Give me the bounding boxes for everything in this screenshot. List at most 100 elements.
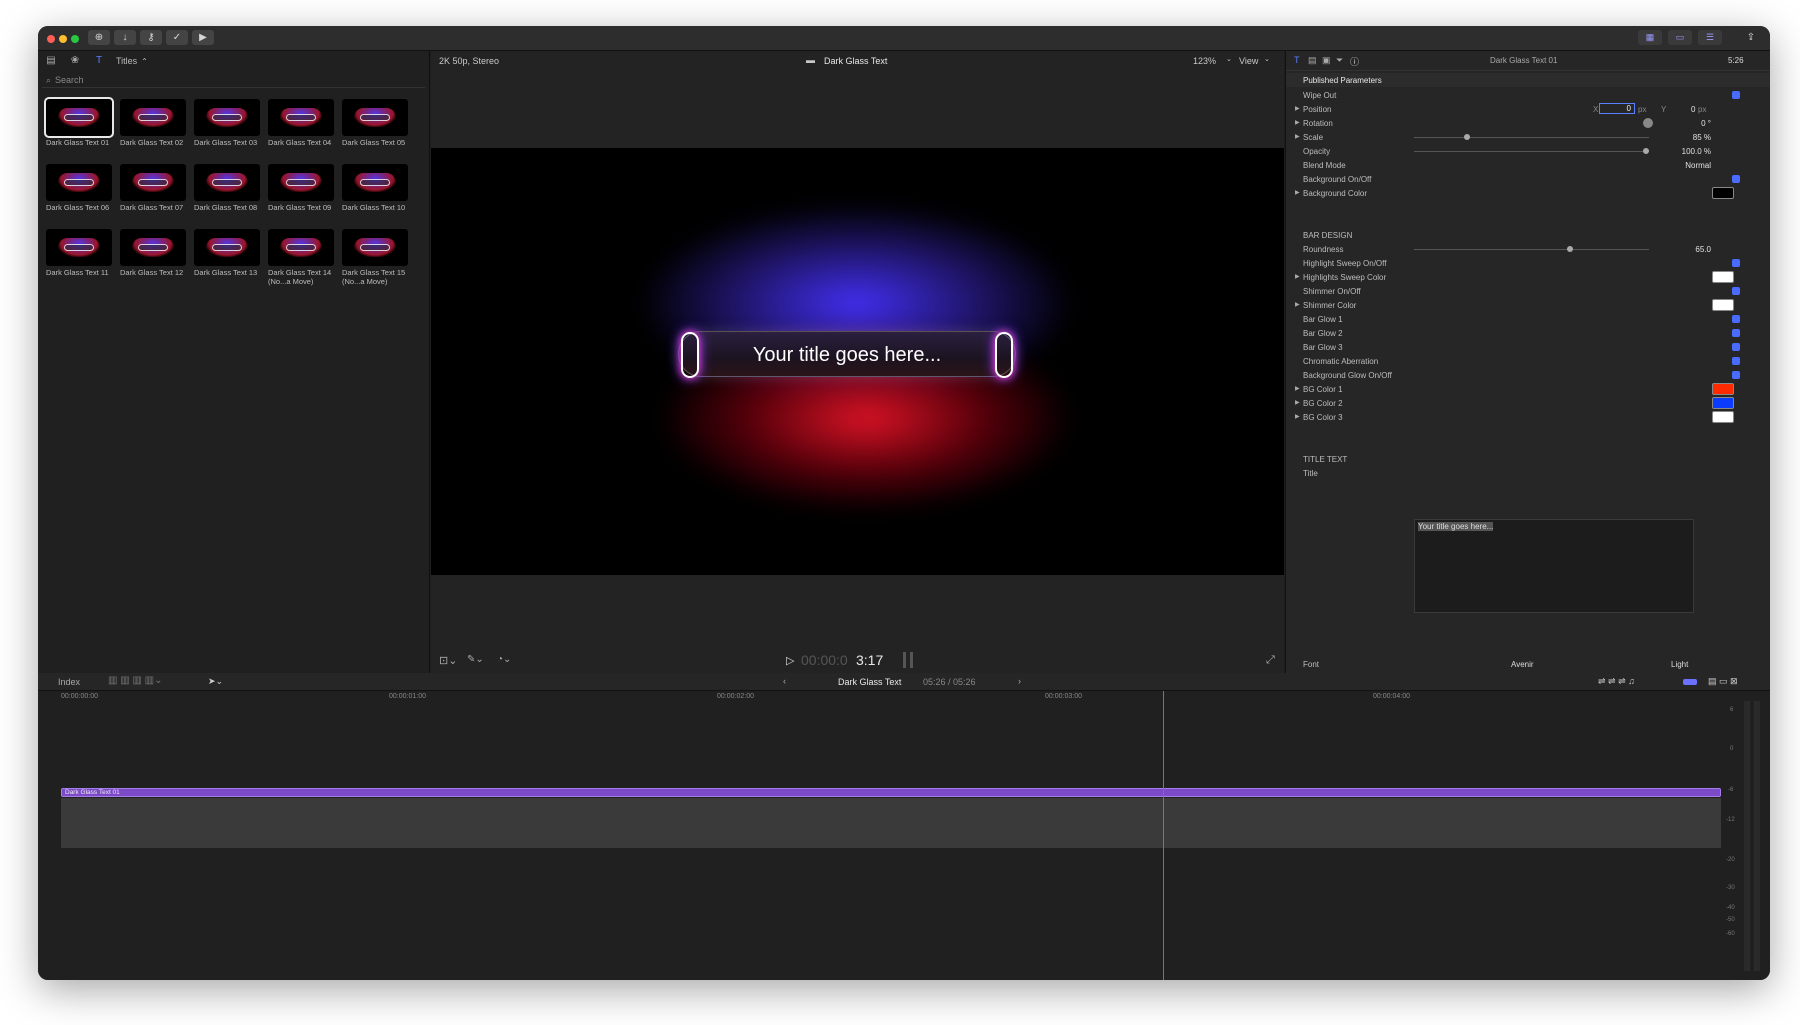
title-thumb[interactable]: Dark Glass Text 11 [46, 229, 112, 278]
chevron-updown-icon: ⌃ [141, 56, 148, 66]
browser-toggle-icon[interactable]: ▦ [1638, 30, 1662, 45]
inspector-toggle-icon[interactable]: ☰ [1698, 30, 1722, 45]
scale-value[interactable]: 85 % [1693, 133, 1711, 142]
hl-sweep-checkbox[interactable] [1732, 259, 1740, 267]
titles-icon[interactable]: T [92, 55, 106, 68]
param-bg-color: ▶ Background Color [1286, 186, 1770, 200]
timeline-toggle-icon[interactable]: ▭ [1668, 30, 1692, 45]
title-inspector-icon[interactable]: T [1294, 55, 1300, 65]
photos-icon[interactable]: ❀ [68, 55, 82, 68]
title-thumb[interactable]: Dark Glass Text 10 [342, 164, 408, 213]
category-select[interactable]: Titles [116, 56, 137, 66]
title-thumb[interactable]: Dark Glass Text 09 [268, 164, 334, 213]
bg-color-3-swatch[interactable] [1712, 411, 1734, 423]
title-thumb[interactable]: Dark Glass Text 01 [44, 97, 114, 148]
bar-glow-2-checkbox[interactable] [1732, 329, 1740, 337]
download-icon[interactable]: ↓ [114, 30, 136, 45]
title-thumb[interactable]: Dark Glass Text 15 (No...a Move) [342, 229, 408, 286]
shimmer-color-swatch[interactable] [1712, 299, 1734, 311]
opacity-value[interactable]: 100.0 % [1682, 147, 1711, 156]
zoom-window-button[interactable] [71, 35, 79, 43]
title-thumb[interactable]: Dark Glass Text 07 [120, 164, 186, 213]
info-icon[interactable]: ⓘ [1350, 55, 1359, 68]
thumb-label: Dark Glass Text 05 [342, 138, 406, 147]
close-window-button[interactable] [47, 35, 55, 43]
clip-appearance-icon[interactable] [1683, 679, 1697, 685]
view-menu[interactable]: View [1239, 56, 1258, 66]
text-inspector-icon[interactable]: ▤ [1308, 55, 1317, 66]
param-blend-mode: Blend Mode Normal [1303, 161, 1711, 170]
title-clip[interactable]: Dark Glass Text 01 [61, 788, 1721, 797]
thumb-label: Dark Glass Text 11 [46, 268, 109, 277]
title-thumb[interactable]: Dark Glass Text 02 [120, 99, 186, 148]
position-x-field[interactable]: 0 [1599, 103, 1635, 114]
speed-icon[interactable]: ◔⌄ [497, 654, 511, 665]
thumb-label: Dark Glass Text 14 (No...a Move) [268, 268, 332, 286]
preview-canvas[interactable]: Your title goes here... [431, 148, 1284, 575]
chevron-down-icon: ⌄ [1226, 56, 1232, 63]
forward-icon[interactable]: › [1018, 676, 1021, 686]
bg-color-swatch[interactable] [1712, 187, 1734, 199]
bar-glow-1-checkbox[interactable] [1732, 315, 1740, 323]
thumb-label: Dark Glass Text 02 [120, 138, 184, 147]
title-thumb[interactable]: Dark Glass Text 03 [194, 99, 260, 148]
title-text-field[interactable]: Your title goes here... [1414, 519, 1694, 613]
key-icon[interactable]: ⚷ [140, 30, 162, 45]
title-thumb[interactable]: Dark Glass Text 05 [342, 99, 408, 148]
opacity-slider[interactable] [1414, 148, 1649, 154]
search-field[interactable]: ⌕ Search [42, 73, 425, 88]
chromatic-checkbox[interactable] [1732, 357, 1740, 365]
roundness-slider[interactable] [1414, 246, 1649, 252]
timeline-controls-icon[interactable]: ⇌ ⇌ ⇌ ♫ [1598, 676, 1635, 687]
param-hl-sweep-color: ▶ Highlights Sweep Color [1286, 270, 1770, 284]
hl-sweep-color-swatch[interactable] [1712, 271, 1734, 283]
pos-x-label: X [1593, 105, 1599, 114]
bg-glow-checkbox[interactable] [1732, 371, 1740, 379]
play-icon[interactable]: ▷ [786, 654, 794, 667]
font-select[interactable]: Avenir [1511, 660, 1534, 669]
filter-icon[interactable]: ⏷ [1336, 55, 1343, 66]
transform-icon[interactable]: ⊡⌄ [439, 654, 457, 667]
title-thumb[interactable]: Dark Glass Text 13 [194, 229, 260, 278]
share-icon[interactable]: ⇪ [1740, 30, 1762, 45]
select-tool-icon[interactable]: ➤⌄ [208, 676, 223, 687]
bg-color-1-swatch[interactable] [1712, 383, 1734, 395]
position-y-field[interactable]: 0 [1691, 105, 1695, 114]
wipe-out-checkbox[interactable] [1732, 91, 1740, 99]
rotation-value[interactable]: 0 ° [1701, 119, 1711, 128]
bg-color-2-swatch[interactable] [1712, 397, 1734, 409]
title-thumb[interactable]: Dark Glass Text 14 (No...a Move) [268, 229, 334, 286]
blend-mode-select[interactable]: Normal [1685, 161, 1711, 170]
playhead[interactable] [1163, 691, 1164, 980]
layout-icons[interactable]: ▤ ▭ ⊠ [1708, 676, 1738, 687]
index-button[interactable]: Index [58, 677, 80, 687]
enhance-icon[interactable]: ✎⌄ [467, 654, 484, 665]
title-thumb[interactable]: Dark Glass Text 04 [268, 99, 334, 148]
shimmer-checkbox[interactable] [1732, 287, 1740, 295]
back-icon[interactable]: ‹ [783, 676, 786, 686]
title-thumb[interactable]: Dark Glass Text 08 [194, 164, 260, 213]
import-icon[interactable]: ⊕ [88, 30, 110, 45]
thumb-label: Dark Glass Text 15 (No...a Move) [342, 268, 406, 286]
libraries-icon[interactable]: ▤ [44, 55, 58, 68]
title-thumb[interactable]: Dark Glass Text 06 [46, 164, 112, 213]
video-inspector-icon[interactable]: ▣ [1322, 55, 1331, 66]
timeline-ruler[interactable]: 00:00:00:00 00:00:01:00 00:00:02:00 00:0… [61, 691, 1721, 703]
minimize-window-button[interactable] [59, 35, 67, 43]
scale-slider[interactable] [1414, 134, 1649, 140]
flag-icon[interactable]: ▶ [192, 30, 214, 45]
zoom-select[interactable]: 123% [1193, 56, 1216, 66]
font-weight-select[interactable]: Light [1671, 660, 1688, 669]
title-thumb[interactable]: Dark Glass Text 12 [120, 229, 186, 278]
bg-onoff-checkbox[interactable] [1732, 175, 1740, 183]
primary-storyline[interactable] [61, 798, 1721, 848]
checkmark-icon[interactable]: ✓ [166, 30, 188, 45]
fullscreen-icon[interactable]: ⤢ [1266, 654, 1275, 667]
edit-buttons-icon[interactable]: ▥ ▥ ▥ ▥⌄ [108, 675, 163, 686]
param-bar-glow-1: Bar Glow 1 [1286, 312, 1770, 326]
project-name[interactable]: Dark Glass Text [838, 677, 901, 687]
roundness-value[interactable]: 65.0 [1695, 245, 1711, 254]
bar-glow-3-checkbox[interactable] [1732, 343, 1740, 351]
rotation-dial[interactable] [1643, 118, 1653, 128]
ruler-mark: 00:00:00:00 [61, 693, 98, 700]
